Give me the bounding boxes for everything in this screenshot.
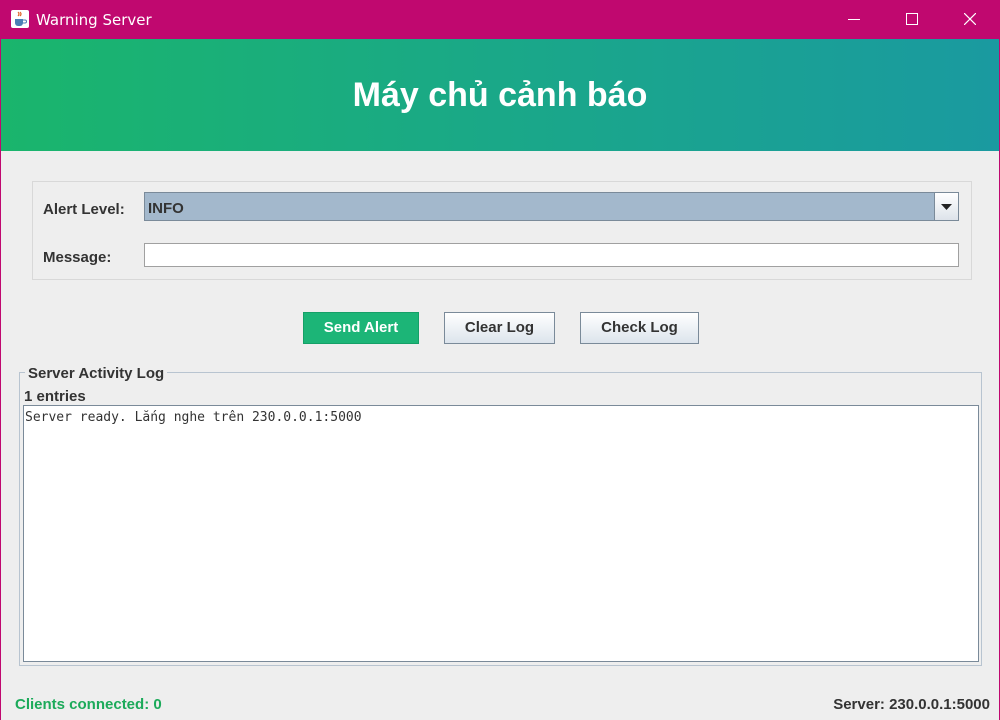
alert-level-select[interactable]: INFO	[144, 192, 959, 221]
log-group-title: Server Activity Log	[25, 365, 168, 382]
clients-connected-status: Clients connected: 0	[15, 696, 162, 713]
log-line: Server ready. Lắng nghe trên 230.0.0.1:5…	[25, 410, 362, 425]
dropdown-arrow-button[interactable]	[934, 193, 958, 220]
message-input[interactable]	[144, 243, 959, 267]
message-label: Message:	[43, 249, 112, 266]
check-log-button[interactable]: Check Log	[580, 312, 699, 344]
send-alert-button[interactable]: Send Alert	[303, 312, 419, 344]
alert-level-label: Alert Level:	[43, 201, 125, 218]
page-heading: Máy chủ cảnh báo	[352, 76, 648, 114]
header-banner: Máy chủ cảnh báo	[1, 39, 999, 151]
maximize-icon	[906, 13, 918, 25]
alert-level-value: INFO	[148, 200, 184, 217]
log-entry-count: 1 entries	[24, 388, 86, 405]
server-address-status: Server: 230.0.0.1:5000	[833, 696, 990, 713]
minimize-icon	[848, 19, 860, 20]
window-title: Warning Server	[36, 11, 152, 29]
close-button[interactable]	[942, 0, 1000, 39]
maximize-button[interactable]	[884, 0, 942, 39]
java-cup-icon	[11, 10, 29, 28]
minimize-button[interactable]	[826, 0, 884, 39]
chevron-down-icon	[941, 204, 952, 210]
log-textarea[interactable]: Server ready. Lắng nghe trên 230.0.0.1:5…	[23, 405, 979, 662]
clear-log-button[interactable]: Clear Log	[444, 312, 555, 344]
title-bar: Warning Server	[0, 0, 1000, 39]
close-icon	[964, 13, 976, 25]
